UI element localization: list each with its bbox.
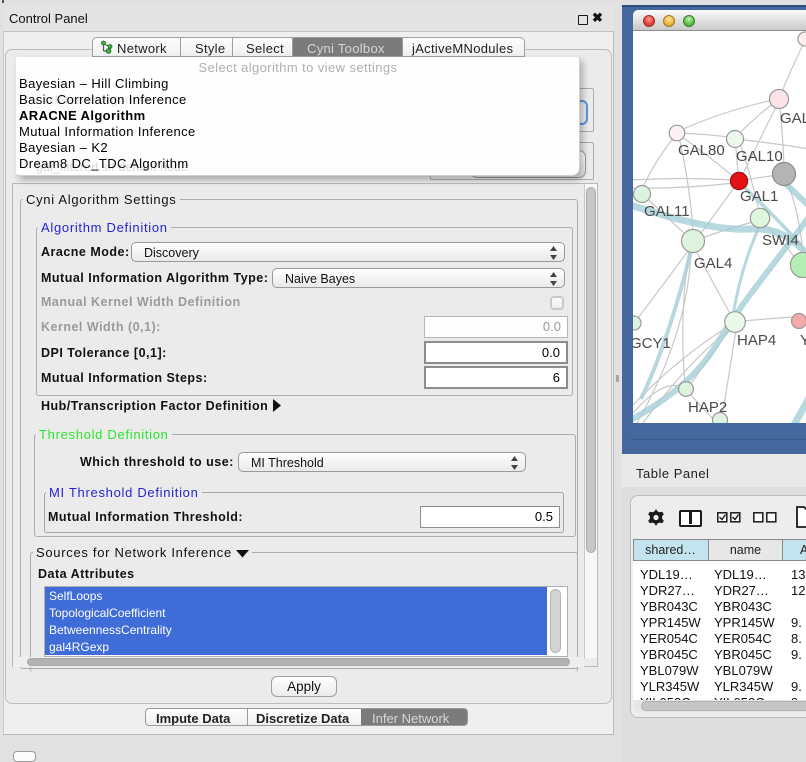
svg-text:GAL80: GAL80	[678, 142, 725, 159]
svg-text:GAL11: GAL11	[644, 203, 690, 220]
svg-text:GAL: GAL	[780, 110, 806, 127]
svg-text:GAL10: GAL10	[736, 148, 783, 165]
svg-text:SWI4: SWI4	[762, 232, 799, 249]
svg-text:GAL1: GAL1	[740, 188, 778, 205]
svg-text:Y: Y	[800, 332, 806, 349]
svg-text:HAP4: HAP4	[737, 332, 776, 349]
svg-text:HAP2: HAP2	[688, 399, 727, 416]
svg-text:GCY1: GCY1	[633, 335, 671, 352]
svg-text:GAL4: GAL4	[694, 255, 732, 272]
